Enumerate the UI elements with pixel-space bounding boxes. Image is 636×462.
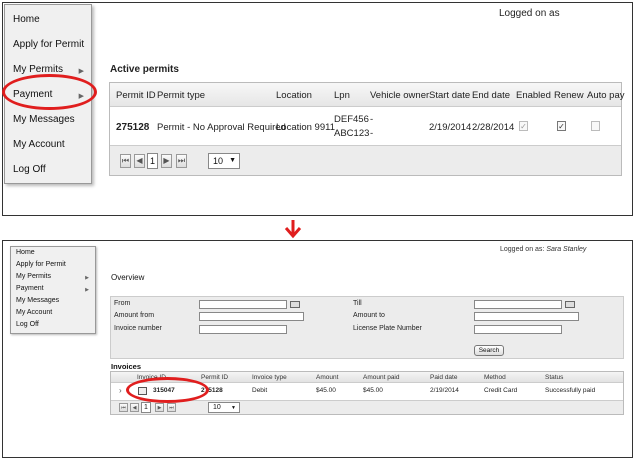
menu-item-apply-for-permit[interactable]: Apply for Permit xyxy=(13,39,84,50)
submenu-arrow-icon: ▶ xyxy=(85,275,89,281)
location-cell: Location 9911 xyxy=(276,122,335,133)
method-cell: Credit Card xyxy=(484,387,518,394)
last-page-icon[interactable]: ⏭ xyxy=(167,403,176,412)
submenu-arrow-icon: ▶ xyxy=(85,287,89,293)
license-plate-number-input[interactable] xyxy=(474,325,562,334)
invoice-number-label: Invoice number xyxy=(114,325,162,332)
page-size-select[interactable]: 10 ▼ xyxy=(208,153,240,169)
invoice-type-cell: Debit xyxy=(252,387,268,394)
column-header-paid-date[interactable]: Paid date xyxy=(430,374,457,381)
logged-on-prefix: Logged on as: xyxy=(500,246,547,253)
first-page-icon[interactable]: ⏮ xyxy=(119,403,128,412)
invoice-number-input[interactable] xyxy=(199,325,287,334)
column-header-invoice-type[interactable]: Invoice type xyxy=(252,374,287,381)
section-title: Active permits xyxy=(110,64,179,75)
amount-paid-cell: $45.00 xyxy=(363,387,383,394)
menu-item-my-messages[interactable]: My Messages xyxy=(16,297,59,304)
chevron-down-icon: ▼ xyxy=(229,157,236,164)
from-label: From xyxy=(114,300,131,307)
grid-header: Permit ID Permit type Location Lpn Vehic… xyxy=(110,83,625,107)
column-header-auto-pay[interactable]: Auto pay xyxy=(587,90,625,101)
menu-item-apply-for-permit[interactable]: Apply for Permit xyxy=(16,261,66,268)
license-plate-number-label: License Plate Number xyxy=(353,325,422,332)
invoices-section-title: Invoices xyxy=(111,362,142,371)
amount-from-input[interactable] xyxy=(199,312,304,321)
bottom-sidebar-menu: Home Apply for Permit My Permits ▶ Payme… xyxy=(10,246,96,334)
column-header-enabled[interactable]: Enabled xyxy=(516,90,551,101)
current-page-number[interactable]: 1 xyxy=(147,153,158,169)
auto-pay-checkbox[interactable] xyxy=(591,121,600,131)
lpn-cell-line-1: DEF456 xyxy=(334,114,369,125)
next-page-icon[interactable]: ▶ xyxy=(161,154,172,168)
menu-item-my-account[interactable]: My Account xyxy=(16,309,52,316)
search-button[interactable]: Search xyxy=(474,345,504,356)
column-header-amount-paid[interactable]: Amount paid xyxy=(363,374,400,381)
menu-item-log-off[interactable]: Log Off xyxy=(13,164,46,175)
column-header-start-date[interactable]: Start date xyxy=(429,90,470,101)
payment-highlight-ring xyxy=(2,74,97,110)
calendar-icon[interactable] xyxy=(290,301,300,308)
lpn-cell-line-2: ABC123 xyxy=(334,128,370,139)
page-size-value: 10 xyxy=(213,404,221,411)
first-page-icon[interactable]: ⏮ xyxy=(120,154,131,168)
permit-type-cell: Permit - No Approval Required xyxy=(157,122,286,133)
menu-item-my-account[interactable]: My Account xyxy=(13,139,65,150)
last-page-icon[interactable]: ⏭ xyxy=(176,154,187,168)
expand-row-icon[interactable]: › xyxy=(119,386,122,395)
invoice-id-highlight-ring xyxy=(126,377,209,403)
paid-date-cell: 2/19/2014 xyxy=(430,387,459,394)
column-header-status[interactable]: Status xyxy=(545,374,563,381)
vehicle-owner-cell-line-1: - xyxy=(370,114,374,125)
next-page-icon[interactable]: ▶ xyxy=(155,403,164,412)
start-date-cell: 2/19/2014 xyxy=(429,122,472,133)
end-date-cell: 2/28/2014 xyxy=(472,122,515,133)
column-header-permit-type[interactable]: Permit type xyxy=(157,90,205,101)
page-size-select[interactable]: 10 ▼ xyxy=(208,402,240,413)
menu-item-my-permits[interactable]: My Permits xyxy=(16,273,51,280)
prev-page-icon[interactable]: ◀ xyxy=(134,154,145,168)
page-title: Overview xyxy=(111,273,145,282)
vehicle-owner-cell-line-2: - xyxy=(370,128,374,139)
current-page-number[interactable]: 1 xyxy=(141,402,151,413)
flow-down-arrow-icon xyxy=(284,220,302,239)
from-date-input[interactable] xyxy=(199,300,287,309)
menu-item-log-off[interactable]: Log Off xyxy=(16,321,39,328)
menu-item-my-messages[interactable]: My Messages xyxy=(13,114,75,125)
menu-item-home[interactable]: Home xyxy=(16,249,35,256)
grid-pager: ⏮ ◀ 1 ▶ ⏭ 10 ▼ xyxy=(110,145,621,175)
column-header-lpn[interactable]: Lpn xyxy=(334,90,350,101)
renew-checkbox[interactable]: ✓ xyxy=(557,121,566,131)
till-label: Till xyxy=(353,300,362,307)
column-header-vehicle-owner[interactable]: Vehicle owner xyxy=(370,90,429,101)
amount-to-label: Amount to xyxy=(353,312,385,319)
enabled-checkbox[interactable]: ✓ xyxy=(519,121,528,131)
column-header-location[interactable]: Location xyxy=(276,90,312,101)
logged-on-label: Logged on as: Sara Stanley xyxy=(500,246,586,253)
chevron-down-icon: ▼ xyxy=(231,405,236,411)
column-header-end-date[interactable]: End date xyxy=(472,90,510,101)
user-name: Sara Stanley xyxy=(546,246,587,253)
prev-page-icon[interactable]: ◀ xyxy=(130,403,139,412)
menu-item-home[interactable]: Home xyxy=(13,14,40,25)
permit-id-cell: 275128 xyxy=(116,122,150,133)
page-size-value: 10 xyxy=(213,156,224,166)
submenu-arrow-icon: ▶ xyxy=(78,68,84,75)
menu-item-payment[interactable]: Payment xyxy=(16,285,44,292)
status-cell: Successfully paid xyxy=(545,387,596,394)
active-permits-grid: Permit ID Permit type Location Lpn Vehic… xyxy=(109,82,625,176)
logged-on-label: Logged on as xyxy=(499,8,560,19)
column-header-method[interactable]: Method xyxy=(484,374,506,381)
column-header-renew[interactable]: Renew xyxy=(554,90,584,101)
column-header-permit-id[interactable]: Permit ID xyxy=(116,90,156,101)
column-header-amount[interactable]: Amount xyxy=(316,374,338,381)
column-header-permit-id[interactable]: Permit ID xyxy=(201,374,228,381)
amount-to-input[interactable] xyxy=(474,312,579,321)
till-date-input[interactable] xyxy=(474,300,562,309)
grid-pager: ⏮ ◀ 1 ▶ ⏭ 10 ▼ xyxy=(111,400,623,414)
amount-from-label: Amount from xyxy=(114,312,155,319)
calendar-icon[interactable] xyxy=(565,301,575,308)
amount-cell: $45.00 xyxy=(316,387,336,394)
